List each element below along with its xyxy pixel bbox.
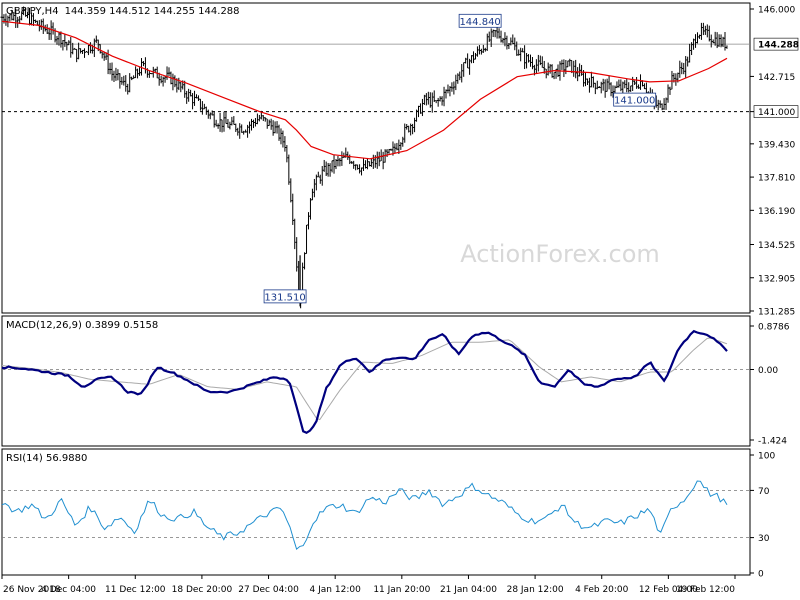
time-tick-label: 19 Feb 12:00 xyxy=(676,585,735,595)
time-tick-label: 27 Dec 04:00 xyxy=(238,585,299,595)
macd-label: MACD(12,26,9) 0.3899 0.5158 xyxy=(6,320,158,331)
price-tick-label: 131.285 xyxy=(758,308,795,318)
last-price-label: 144.288 xyxy=(758,41,799,51)
symbol-header: GBPJPY,H4 144.359 144.512 144.255 144.288 xyxy=(6,6,240,17)
time-tick-label: 4 Feb 20:00 xyxy=(575,585,629,595)
annotation-label: 131.510 xyxy=(264,292,305,303)
macd-tick-label: -1.424 xyxy=(758,437,787,447)
macd-tick-label: 0.00 xyxy=(758,366,778,376)
annotation-label: 141.000 xyxy=(614,96,655,107)
time-tick-label: 11 Dec 12:00 xyxy=(105,585,166,595)
rsi-tick-label: 0 xyxy=(758,570,764,580)
annotation-label: 144.840 xyxy=(459,17,500,28)
price-tick-label: 141.000 xyxy=(758,108,795,118)
rsi-tick-label: 100 xyxy=(758,452,775,462)
time-tick-label: 11 Jan 20:00 xyxy=(373,585,430,595)
macd-tick-label: 0.8786 xyxy=(758,323,790,333)
price-tick-label: 139.430 xyxy=(758,140,795,150)
price-tick-label: 142.715 xyxy=(758,73,795,83)
price-tick-label: 132.905 xyxy=(758,274,795,284)
rsi-tick-label: 30 xyxy=(758,534,770,544)
price-tick-label: 146.000 xyxy=(758,6,795,16)
price-tick-label: 136.190 xyxy=(758,207,795,217)
time-tick-label: 28 Jan 12:00 xyxy=(507,585,564,595)
price-tick-label: 137.810 xyxy=(758,174,795,184)
time-tick-label: 4 Jan 12:00 xyxy=(310,585,362,595)
ohlc-values: 144.359 144.512 144.255 144.288 xyxy=(65,6,240,17)
forex-chart: ActionForex.com 146.000 142.715 141.000 139… xyxy=(0,0,800,600)
rsi-tick-label: 70 xyxy=(758,487,770,497)
chart-background xyxy=(0,0,800,600)
time-tick-label: 21 Jan 04:00 xyxy=(440,585,497,595)
time-tick-label: 4 Dec 04:00 xyxy=(41,585,96,595)
rsi-label: RSI(14) 56.9880 xyxy=(6,453,87,464)
price-tick-label: 134.525 xyxy=(758,241,795,251)
watermark: ActionForex.com xyxy=(460,240,660,268)
symbol-label: GBPJPY,H4 xyxy=(6,6,59,17)
time-tick-label: 18 Dec 20:00 xyxy=(172,585,233,595)
